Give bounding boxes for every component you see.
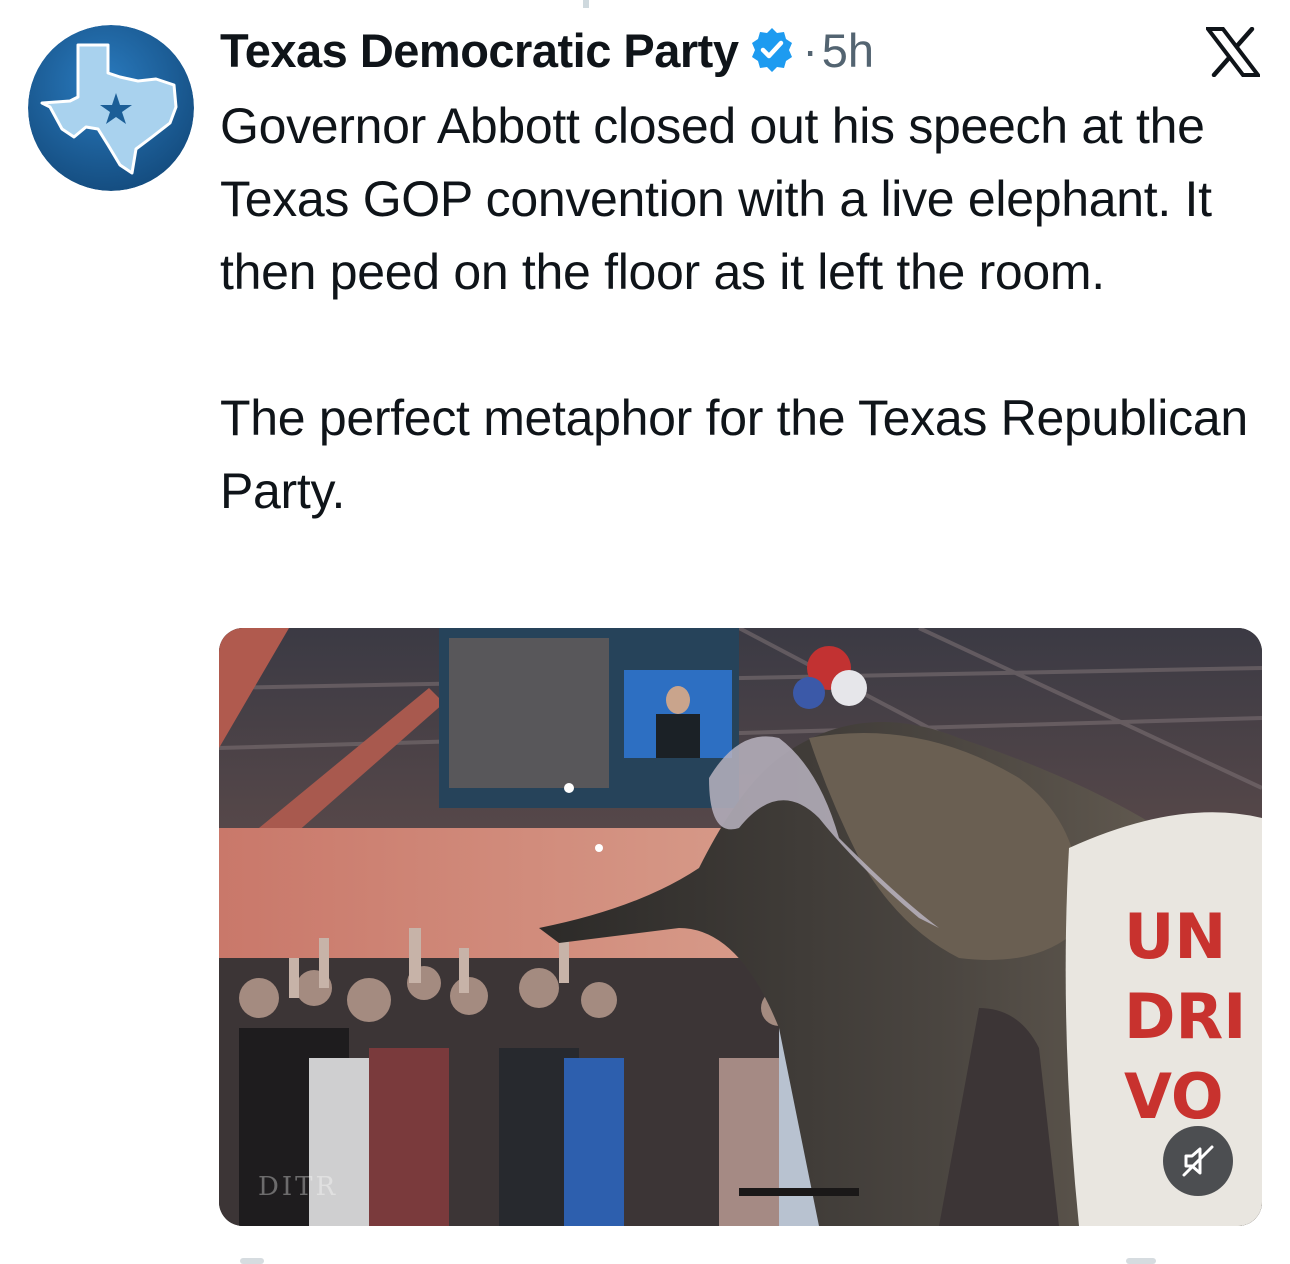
svg-text:DRI: DRI xyxy=(1124,980,1246,1053)
video-frame: UN DRI VO xyxy=(219,628,1262,1226)
thread-line xyxy=(583,0,589,8)
meta-separator: · xyxy=(802,24,818,76)
author-name[interactable]: Texas Democratic Party xyxy=(220,23,739,78)
mute-button[interactable] xyxy=(1163,1126,1233,1196)
tweet-header: Texas Democratic Party · 5h xyxy=(220,18,874,82)
svg-text:VO: VO xyxy=(1124,1060,1224,1133)
banner-text: UN xyxy=(1124,900,1226,973)
author-avatar[interactable] xyxy=(28,25,194,191)
action-bar-hint-left xyxy=(240,1258,264,1264)
tweet-timestamp[interactable]: 5h xyxy=(822,23,874,78)
tweet[interactable]: Texas Democratic Party · 5h Governor Abb… xyxy=(0,0,1290,1264)
x-logo-icon[interactable] xyxy=(1203,26,1263,78)
video-watermark: DITR xyxy=(258,1172,339,1202)
tweet-video[interactable]: UN DRI VO DITR xyxy=(219,628,1262,1226)
texas-star-icon xyxy=(28,25,194,191)
tweet-text: Governor Abbott closed out his speech at… xyxy=(220,98,1248,519)
verified-badge-icon xyxy=(748,26,796,74)
speaker-muted-icon xyxy=(1182,1145,1214,1177)
action-bar-hint-right xyxy=(1126,1258,1156,1264)
